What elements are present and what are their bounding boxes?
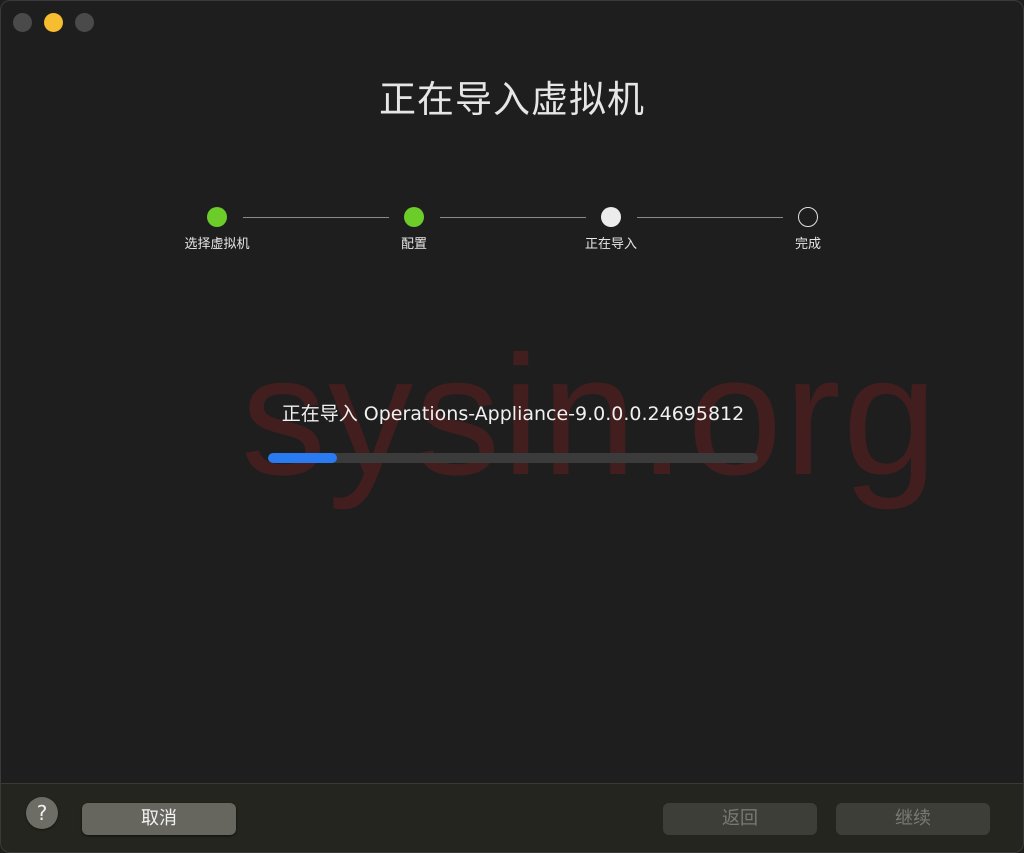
- close-window-button[interactable]: [13, 13, 32, 32]
- step-label-select-vm: 选择虚拟机: [184, 237, 250, 252]
- step-label-finish: 完成: [794, 237, 822, 252]
- page-title: 正在导入虚拟机: [379, 78, 645, 121]
- footer-bar: ? 取消 返回 继续: [1, 783, 1023, 852]
- step-label-configure: 配置: [400, 237, 428, 252]
- minimize-window-button[interactable]: [44, 13, 63, 32]
- step-connector: [243, 217, 389, 218]
- step-dot-finish: [798, 207, 818, 227]
- import-status-label: 正在导入 Operations-Appliance-9.0.0.0.246958…: [281, 403, 745, 425]
- continue-button[interactable]: 继续: [836, 803, 990, 835]
- step-label-importing: 正在导入: [584, 237, 638, 252]
- import-progress-fill: [268, 453, 337, 463]
- help-button[interactable]: ?: [26, 797, 58, 829]
- import-progress-bar: [268, 453, 758, 463]
- cancel-button[interactable]: 取消: [82, 803, 236, 835]
- zoom-window-button[interactable]: [75, 13, 94, 32]
- step-dot-configure: [404, 207, 424, 227]
- import-vm-window: 正在导入虚拟机 选择虚拟机 配置 正在导入 完成 sysin.org 正在导入 …: [0, 0, 1024, 853]
- step-dot-importing: [601, 207, 621, 227]
- step-connector: [440, 217, 586, 218]
- window-controls: [13, 13, 94, 32]
- step-connector: [637, 217, 783, 218]
- step-indicator: 选择虚拟机 配置 正在导入 完成: [1, 207, 1023, 257]
- back-button[interactable]: 返回: [663, 803, 817, 835]
- step-dot-select-vm: [207, 207, 227, 227]
